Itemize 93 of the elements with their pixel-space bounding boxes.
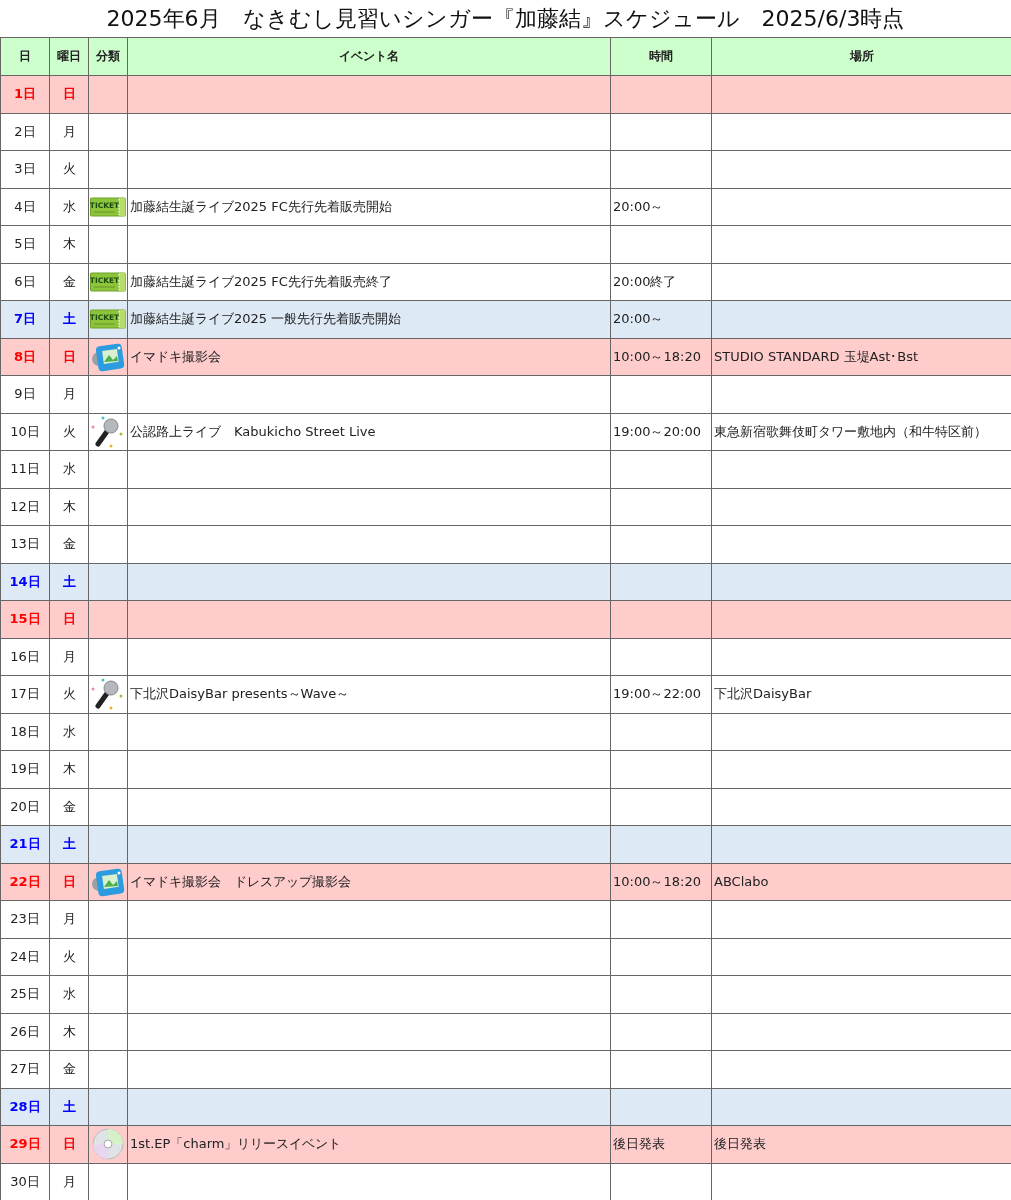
weekday-cell: 日 xyxy=(62,347,76,366)
weekday-cell: 金 xyxy=(62,1060,76,1079)
weekday-cell: 木 xyxy=(62,497,76,516)
weekday-cell: 土 xyxy=(62,835,76,854)
weekday-cell: 水 xyxy=(62,985,76,1004)
column-header: 時間 xyxy=(649,48,673,65)
weekday-cell: 月 xyxy=(62,910,76,929)
weekday-cell: 月 xyxy=(62,1172,76,1191)
day-cell: 24日 xyxy=(10,947,40,966)
day-cell: 23日 xyxy=(10,910,40,929)
weekday-cell: 火 xyxy=(62,947,76,966)
day-cell: 18日 xyxy=(10,722,40,741)
event-name: イマドキ撮影会 ドレスアップ撮影会 xyxy=(130,872,351,891)
column-header: 場所 xyxy=(849,48,874,65)
time-cell: 後日発表 xyxy=(613,1135,665,1154)
weekday-cell: 土 xyxy=(62,310,76,329)
weekday-cell: 日 xyxy=(62,872,76,891)
day-cell: 12日 xyxy=(10,497,40,516)
time-cell: 10:00～18:20 xyxy=(613,872,701,891)
weekday-cell: 日 xyxy=(62,1135,76,1154)
day-cell: 11日 xyxy=(10,460,40,479)
weekday-cell: 木 xyxy=(62,235,76,254)
day-cell: 15日 xyxy=(9,610,41,629)
camera-icon xyxy=(91,866,125,897)
day-cell: 14日 xyxy=(9,572,41,591)
day-cell: 19日 xyxy=(10,760,40,779)
weekday-cell: 日 xyxy=(62,85,76,104)
column-header: 分類 xyxy=(96,48,120,65)
day-cell: 9日 xyxy=(14,385,36,404)
place-cell: 後日発表 xyxy=(714,1135,766,1154)
weekday-cell: 水 xyxy=(62,197,76,216)
camera-icon xyxy=(91,341,125,372)
weekday-cell: 木 xyxy=(62,760,76,779)
weekday-cell: 月 xyxy=(62,122,76,141)
column-header: 日 xyxy=(19,48,31,65)
weekday-cell: 月 xyxy=(62,647,76,666)
microphone-icon xyxy=(91,414,125,449)
disc-icon xyxy=(92,1128,124,1161)
weekday-cell: 土 xyxy=(62,1097,76,1116)
time-cell: 10:00～18:20 xyxy=(613,347,701,366)
day-cell: 26日 xyxy=(10,1022,40,1041)
day-cell: 13日 xyxy=(10,535,40,554)
day-cell: 6日 xyxy=(14,272,36,291)
weekday-cell: 火 xyxy=(62,685,76,704)
day-cell: 2日 xyxy=(14,122,36,141)
place-cell: 下北沢DaisyBar xyxy=(714,685,812,704)
day-cell: 30日 xyxy=(10,1172,40,1191)
weekday-cell: 火 xyxy=(62,160,76,179)
day-cell: 28日 xyxy=(9,1097,41,1116)
day-cell: 10日 xyxy=(10,422,40,441)
place-cell: ABClabo xyxy=(714,874,769,890)
weekday-cell: 水 xyxy=(62,722,76,741)
weekday-cell: 土 xyxy=(62,572,76,591)
place-cell: STUDIO STANDARD 玉堤Ast･Bst xyxy=(714,347,919,366)
day-cell: 3日 xyxy=(14,160,36,179)
time-cell: 20:00終了 xyxy=(613,272,677,291)
event-name: 加藤結生誕ライブ2025 FC先行先着販売終了 xyxy=(130,272,392,291)
event-name: 下北沢DaisyBar presents～Wave～ xyxy=(130,685,350,704)
weekday-cell: 水 xyxy=(62,460,76,479)
event-name: イマドキ撮影会 xyxy=(130,347,221,366)
place-cell: 東急新宿歌舞伎町タワー敷地内（和牛特区前） xyxy=(714,422,987,441)
time-cell: 19:00～22:00 xyxy=(613,685,701,704)
weekday-cell: 木 xyxy=(62,1022,76,1041)
day-cell: 20日 xyxy=(10,797,40,816)
day-cell: 7日 xyxy=(13,310,36,329)
day-cell: 25日 xyxy=(10,985,40,1004)
event-name: 公認路上ライブ Kabukicho Street Live xyxy=(130,422,376,441)
column-header: イベント名 xyxy=(339,48,399,65)
day-cell: 17日 xyxy=(10,685,40,704)
weekday-cell: 月 xyxy=(62,385,76,404)
weekday-cell: 日 xyxy=(62,610,76,629)
event-name: 加藤結生誕ライブ2025 FC先行先着販売開始 xyxy=(130,197,392,216)
time-cell: 20:00～ xyxy=(613,197,664,216)
day-cell: 29日 xyxy=(9,1135,41,1154)
weekday-cell: 金 xyxy=(62,272,76,291)
microphone-icon xyxy=(91,677,125,712)
event-name: 1st.EP「charm」リリースイベント xyxy=(130,1135,342,1154)
day-cell: 8日 xyxy=(13,347,36,366)
day-cell: 5日 xyxy=(14,235,36,254)
weekday-cell: 火 xyxy=(62,422,76,441)
time-cell: 20:00～ xyxy=(613,310,664,329)
day-cell: 16日 xyxy=(10,647,40,666)
weekday-cell: 金 xyxy=(62,797,76,816)
column-header: 曜日 xyxy=(57,48,81,65)
weekday-cell: 金 xyxy=(62,535,76,554)
time-cell: 19:00～20:00 xyxy=(613,422,701,441)
day-cell: 27日 xyxy=(10,1060,40,1079)
day-cell: 1日 xyxy=(13,85,36,104)
sheet-title: 2025年6月 なきむし見習いシンガー『加藤結』スケジュール 2025/6/3時点 xyxy=(105,5,906,33)
day-cell: 21日 xyxy=(9,835,41,854)
day-cell: 4日 xyxy=(14,197,36,216)
day-cell: 22日 xyxy=(9,872,41,891)
event-name: 加藤結生誕ライブ2025 一般先行先着販売開始 xyxy=(130,310,402,329)
